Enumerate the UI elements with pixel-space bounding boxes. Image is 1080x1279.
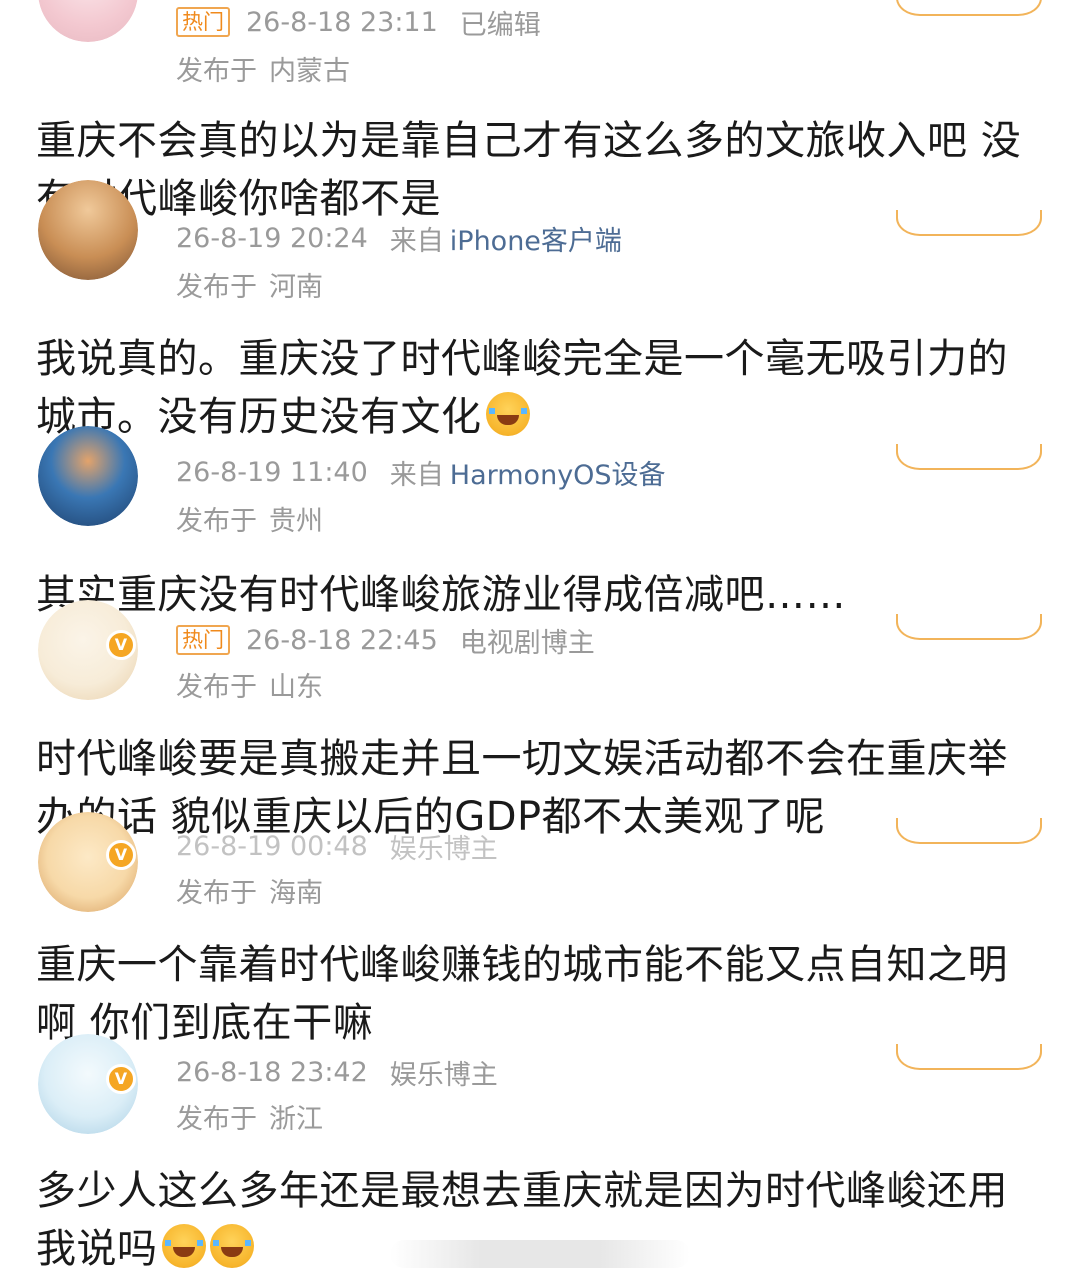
like-arc-icon[interactable]: [896, 818, 1042, 844]
meta-line: 26-8-19 11:40 来自 HarmonyOS设备: [176, 452, 666, 492]
comment-header: V 热门 26-8-18 22:45 电视剧博主 发布于 山东: [0, 600, 1080, 718]
timestamp: 26-8-19 20:24: [176, 222, 368, 254]
comment-text: 重庆一个靠着时代峰峻赚钱的城市能不能又点自知之明啊 你们到底在干嘛: [36, 942, 1008, 1046]
source-prefix: 来自: [389, 225, 444, 257]
location-value: 山东: [269, 671, 323, 703]
meta-line: 26-8-19 20:24 来自 iPhone客户端: [176, 218, 622, 258]
comment-header: V 26-8-19 00:48 娱乐博主 发布于 海南: [0, 812, 1080, 926]
location-line: 发布于 浙江: [176, 1096, 323, 1136]
location-value: 贵州: [269, 505, 323, 537]
meta-line: 26-8-19 00:48 娱乐博主: [176, 826, 520, 866]
like-arc-icon[interactable]: [896, 210, 1042, 236]
location-line: 发布于 山东: [176, 664, 323, 704]
source-client-link[interactable]: HarmonyOS设备: [450, 453, 666, 492]
source-prefix: 来自: [389, 459, 444, 491]
like-arc-icon[interactable]: [896, 614, 1042, 640]
watermark-fade: [390, 1240, 690, 1268]
location-label: 发布于: [176, 671, 257, 703]
like-arc-icon[interactable]: [896, 0, 1042, 16]
location-label: 发布于: [176, 505, 257, 537]
location-line: 发布于 贵州: [176, 498, 323, 538]
location-value: 海南: [269, 877, 323, 909]
meta-line: 26-8-18 23:42 娱乐博主: [176, 1052, 520, 1092]
location-value: 浙江: [269, 1103, 323, 1135]
comment-header: 热门 26-8-18 23:11 已编辑 发布于 内蒙古: [0, 0, 1080, 87]
location-line: 发布于 河南: [176, 264, 323, 304]
timestamp: 26-8-19 00:48: [176, 830, 368, 862]
comment-text: 其实重庆没有时代峰峻旅游业得成倍减吧……: [36, 572, 846, 618]
laugh-cry-emoji: [485, 392, 530, 436]
location-line: 发布于 海南: [176, 870, 323, 910]
comment-header: V 26-8-18 23:42 娱乐博主 发布于 浙江: [0, 1034, 1080, 1150]
timestamp: 26-8-18 23:42: [176, 1056, 368, 1088]
source-client-link[interactable]: iPhone客户端: [450, 219, 622, 258]
avatar[interactable]: [38, 426, 138, 526]
avatar[interactable]: [38, 0, 138, 42]
comment-header: 26-8-19 20:24 来自 iPhone客户端 发布于 河南: [0, 180, 1080, 310]
timestamp: 26-8-18 23:11: [246, 6, 438, 38]
meta-line: 热门 26-8-18 22:45 电视剧博主: [176, 620, 617, 660]
comment-header: 26-8-19 11:40 来自 HarmonyOS设备 发布于 贵州: [0, 426, 1080, 546]
location-label: 发布于: [176, 271, 257, 303]
location-value: 河南: [269, 271, 323, 303]
verified-v-icon: V: [106, 630, 136, 660]
hot-badge: 热门: [176, 7, 230, 37]
timestamp: 26-8-19 11:40: [176, 456, 368, 488]
location-label: 发布于: [176, 55, 257, 87]
timestamp: 26-8-18 22:45: [246, 624, 438, 656]
author-tag: 娱乐博主: [389, 833, 498, 865]
location-value: 内蒙古: [269, 55, 350, 87]
location-label: 发布于: [176, 1103, 257, 1135]
like-arc-icon[interactable]: [896, 1044, 1042, 1070]
hot-badge: 热门: [176, 625, 230, 655]
verified-v-icon: V: [106, 840, 136, 870]
comment-feed: 热门 26-8-18 23:11 已编辑 发布于 内蒙古 重庆不会真的以为是靠自…: [0, 0, 1080, 1279]
location-line: 发布于 内蒙古: [176, 48, 350, 88]
comment-text: 我说真的。重庆没了时代峰峻完全是一个毫无吸引力的城市。没有历史没有文化: [36, 330, 1046, 446]
author-tag: 娱乐博主: [389, 1059, 498, 1091]
meta-line: 热门 26-8-18 23:11 已编辑: [176, 2, 563, 42]
author-tag: 电视剧博主: [459, 627, 595, 659]
like-arc-icon[interactable]: [896, 444, 1042, 470]
edited-label: 已编辑: [459, 9, 541, 41]
avatar[interactable]: [38, 180, 138, 280]
location-label: 发布于: [176, 877, 257, 909]
laugh-cry-emoji: [209, 1224, 254, 1268]
laugh-cry-emoji: [161, 1224, 206, 1268]
verified-v-icon: V: [106, 1064, 136, 1094]
